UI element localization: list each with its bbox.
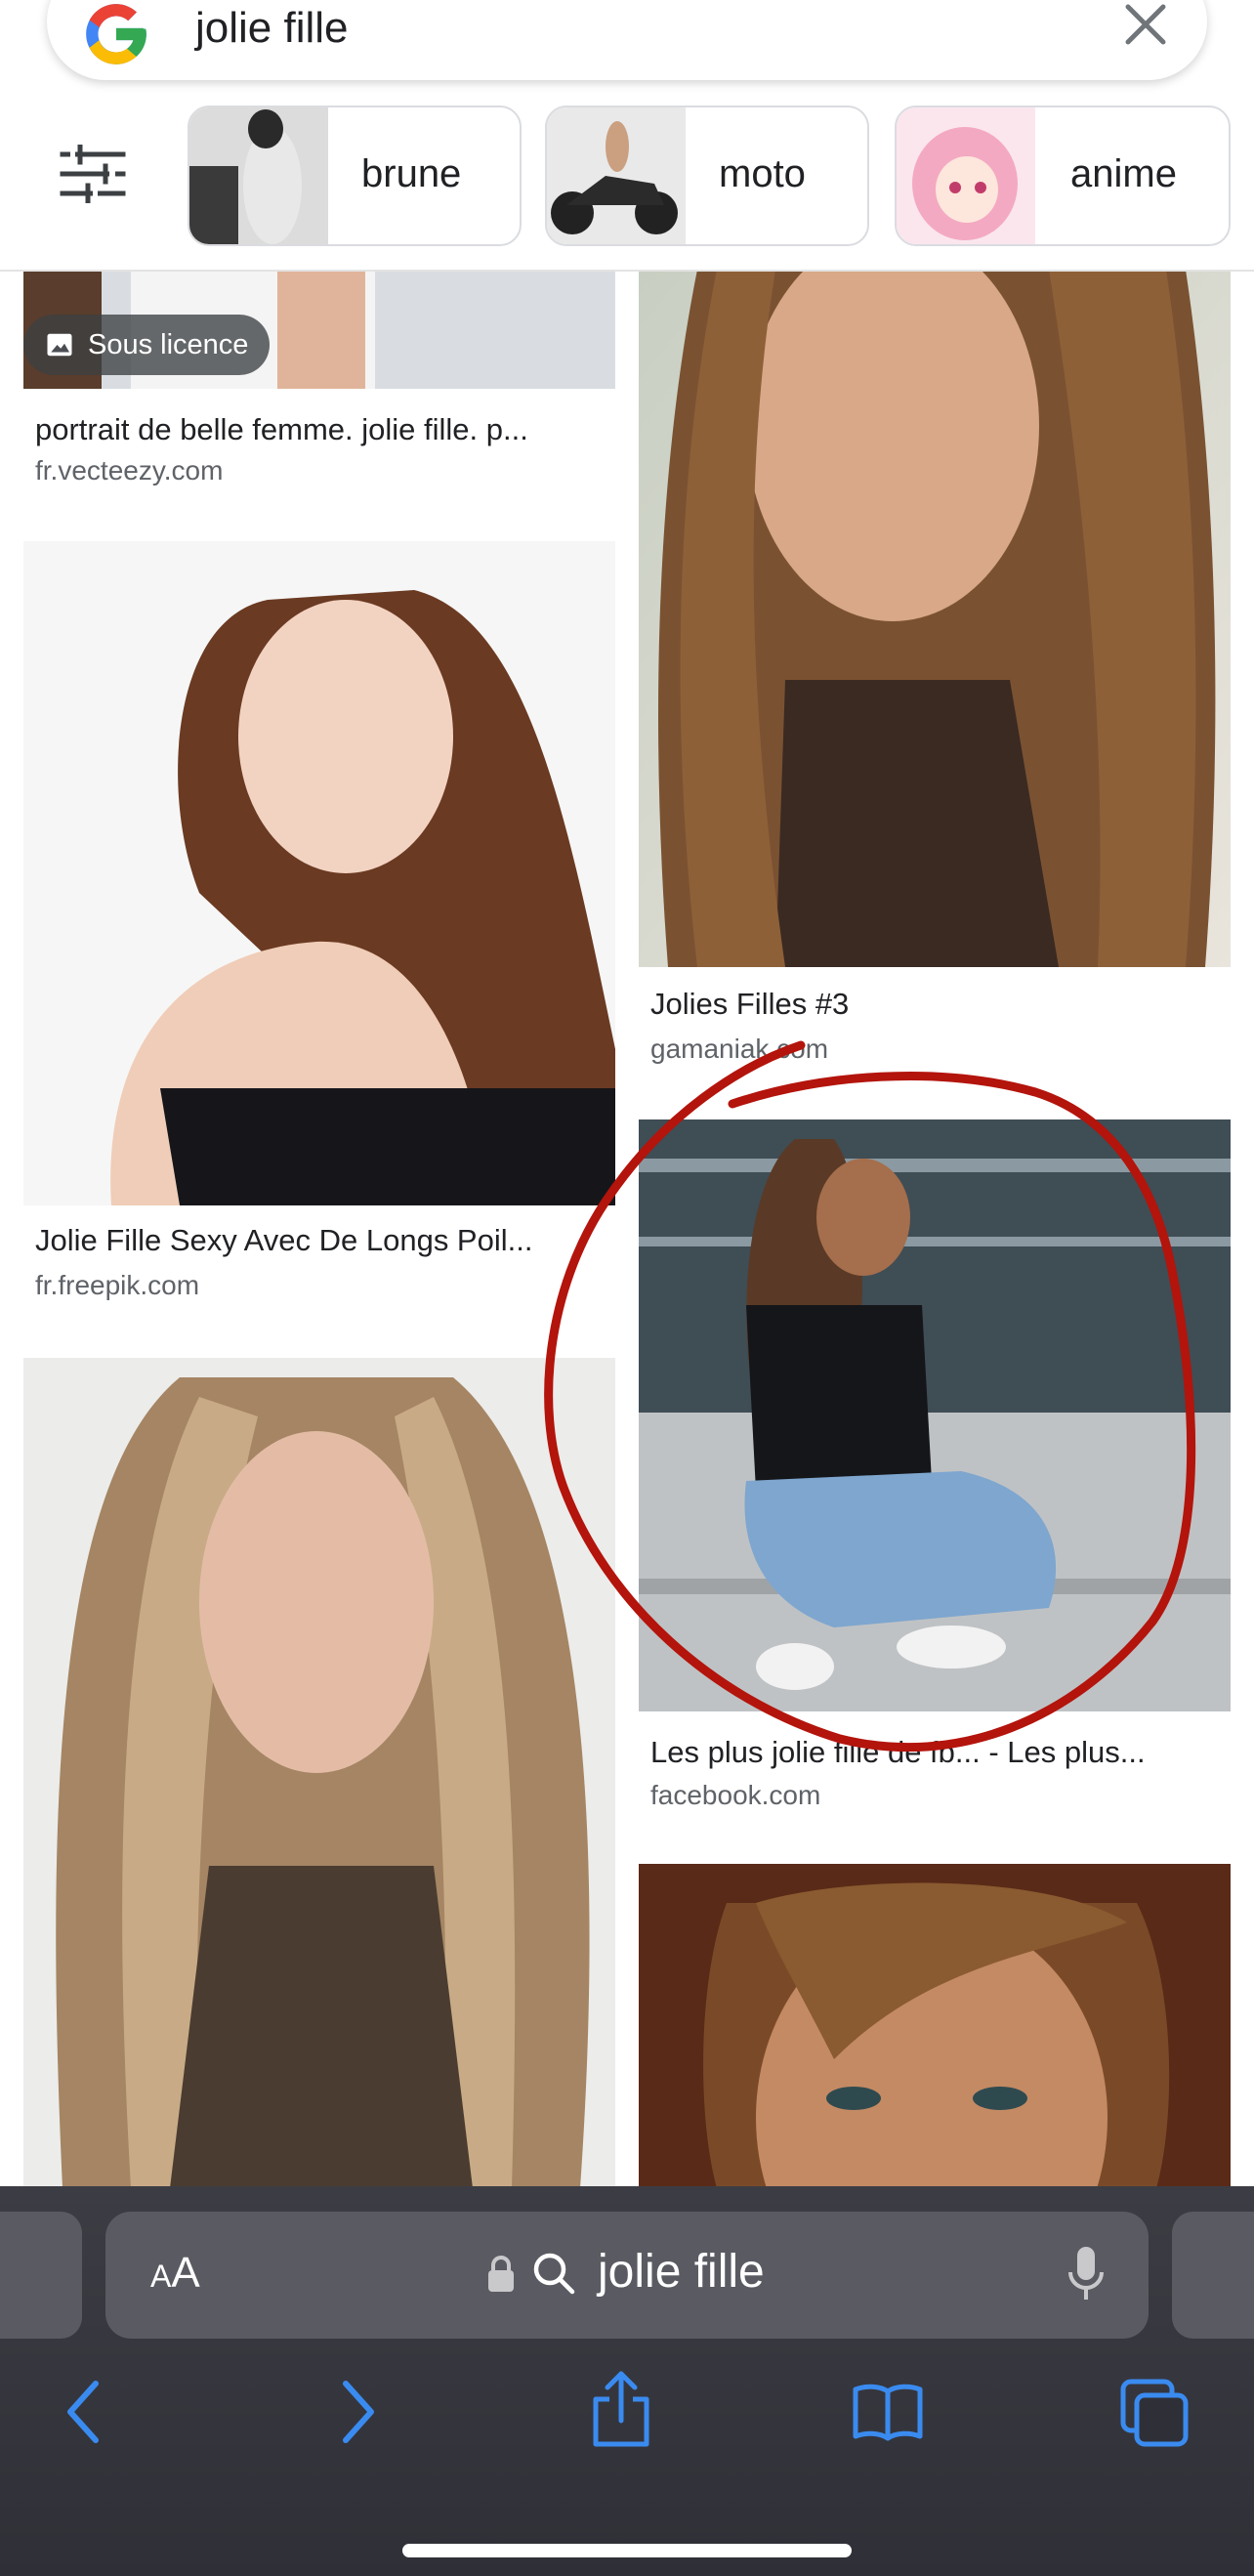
text-size-small-a: A (150, 2259, 172, 2294)
address-bar[interactable]: AA jolie fille (105, 2212, 1149, 2339)
result-source[interactable]: fr.vecteezy.com (35, 455, 223, 486)
result-image-facebook-graphic (639, 1119, 1231, 1711)
chip-brune[interactable]: brune (188, 106, 522, 246)
result-image-6-graphic (639, 1864, 1231, 2188)
search-query-text[interactable]: jolie fille (195, 4, 349, 53)
license-badge-label: Sous licence (88, 329, 249, 360)
result-image-6[interactable] (639, 1864, 1231, 2188)
clear-search-icon[interactable] (1119, 0, 1172, 51)
bookmarks-icon[interactable] (852, 2382, 924, 2442)
chip-moto-thumbnail (547, 107, 686, 244)
forward-icon[interactable] (338, 2378, 377, 2446)
search-header: jolie fille brune moto anime (0, 0, 1254, 272)
image-icon (47, 333, 72, 357)
result-image-5-graphic (23, 1358, 615, 2188)
result-image-freepik[interactable] (23, 541, 615, 1205)
chip-anime-label: anime (1070, 152, 1177, 195)
google-logo-icon (86, 4, 146, 64)
tabs-icon[interactable] (1119, 2378, 1190, 2448)
license-badge: Sous licence (23, 315, 271, 375)
chip-moto[interactable]: moto (545, 106, 869, 246)
chip-moto-label: moto (719, 152, 806, 195)
result-caption[interactable]: Les plus jolie fille de fb... - Les plus… (650, 1735, 1217, 1770)
address-text[interactable]: jolie fille (598, 2245, 765, 2299)
result-caption[interactable]: Jolies Filles #3 (650, 987, 1217, 1022)
text-size-large-a: A (171, 2249, 200, 2297)
share-icon[interactable] (590, 2370, 652, 2448)
result-source[interactable]: facebook.com (650, 1780, 820, 1811)
back-icon[interactable] (64, 2378, 104, 2446)
result-caption[interactable]: portrait de belle femme. jolie fille. p.… (35, 412, 602, 447)
result-caption[interactable]: Jolie Fille Sexy Avec De Longs Poil... (35, 1223, 602, 1258)
previous-tab-preview[interactable] (0, 2212, 82, 2339)
filter-sliders-icon[interactable] (59, 145, 127, 203)
chip-brune-thumbnail (189, 107, 328, 244)
search-bar[interactable]: jolie fille (47, 0, 1207, 80)
next-tab-preview[interactable] (1172, 2212, 1254, 2339)
result-source[interactable]: fr.freepik.com (35, 1270, 199, 1301)
result-image-gamaniak-graphic (639, 270, 1231, 967)
home-indicator[interactable] (402, 2544, 852, 2557)
microphone-icon[interactable] (1066, 2245, 1106, 2303)
result-image-gamaniak[interactable] (639, 270, 1231, 967)
result-source[interactable]: gamaniak.com (650, 1034, 828, 1065)
chip-anime-thumbnail (897, 107, 1035, 244)
text-size-button[interactable]: AA (150, 2249, 200, 2298)
chip-anime[interactable]: anime (895, 106, 1231, 246)
result-image-freepik-graphic (23, 541, 615, 1205)
lock-icon (488, 2256, 514, 2292)
result-image-5[interactable] (23, 1358, 615, 2188)
chip-brune-label: brune (361, 152, 462, 195)
result-image-facebook[interactable] (639, 1119, 1231, 1711)
search-icon (533, 2253, 575, 2295)
safari-toolbar: AA jolie fille (0, 2186, 1254, 2576)
